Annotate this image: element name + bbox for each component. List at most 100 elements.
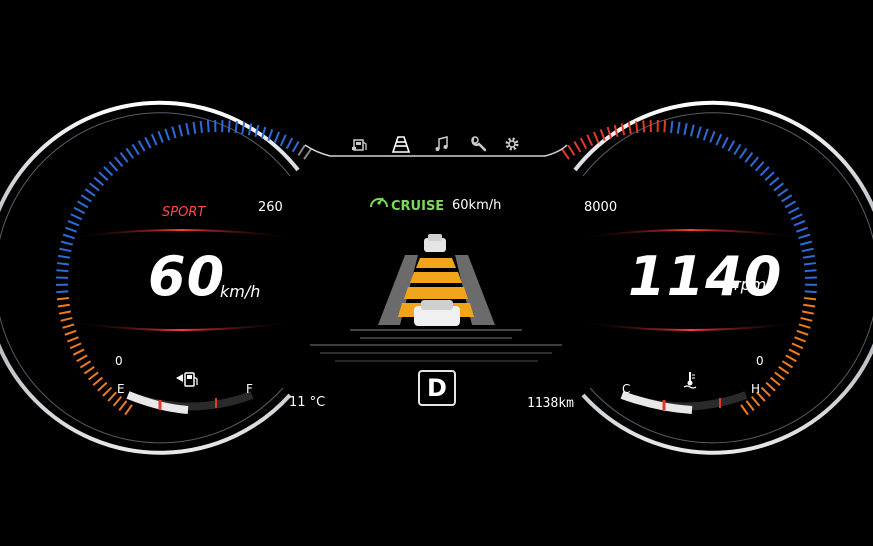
coolant-temp-icon: [683, 372, 697, 389]
gauge-tick: [750, 396, 761, 407]
gauge-tick: [59, 247, 72, 253]
gauge-tick: [801, 247, 814, 253]
gauge-tick: [754, 161, 765, 172]
music-icon[interactable]: [432, 134, 452, 154]
gauge-tick: [56, 269, 69, 273]
gauge-tick: [80, 194, 92, 203]
gauge-tick: [103, 166, 114, 177]
gauge-tick: [69, 342, 82, 350]
gauge-tick: [73, 206, 86, 215]
gauge-tick: [676, 121, 681, 134]
gauge-tick: [62, 323, 75, 329]
gauge-tick: [84, 188, 96, 197]
gauge-tick: [60, 316, 73, 322]
gauge-tick: [769, 176, 780, 187]
gauge-tick: [65, 226, 78, 233]
gauge-tick: [689, 124, 695, 137]
gauge-tick: [635, 120, 639, 134]
rpm-min-label: 0: [756, 354, 764, 368]
gauge-tick: [93, 176, 104, 187]
speed-max-label: 260: [258, 200, 283, 215]
speed-min-label: 0: [115, 354, 123, 368]
gauge-tick: [744, 152, 754, 163]
gauge-tick: [150, 133, 158, 146]
driving-assist-scene: [310, 234, 562, 362]
speed-value: 60: [148, 245, 226, 308]
gauge-tick: [709, 130, 716, 143]
gauge-tick: [804, 290, 817, 294]
fuel-empty-label: E: [117, 382, 125, 396]
gauge-tick: [790, 213, 803, 221]
fuel-gauge-bar: [126, 391, 254, 414]
gauge-tick: [273, 131, 280, 144]
gauge-tick: [297, 144, 306, 156]
gauge-tick: [642, 120, 646, 133]
gauge-tick: [586, 134, 594, 147]
gauge-tick: [131, 143, 140, 156]
gauge-tick: [781, 360, 794, 369]
gauge-tick: [773, 182, 785, 192]
gauge-tick: [88, 371, 99, 381]
gauge-tick: [64, 329, 77, 336]
gauge-tick: [803, 303, 816, 308]
wrench-icon[interactable]: [469, 134, 489, 154]
gauge-tick: [785, 354, 797, 363]
gauge-tick: [56, 290, 69, 294]
cruise-set-speed: 60km/h: [452, 198, 502, 213]
gauge-tick: [745, 400, 755, 412]
gauge-tick: [108, 161, 119, 172]
gauge-tick: [791, 342, 804, 350]
gauge-tick: [192, 121, 197, 134]
gauge-tick: [125, 147, 135, 159]
gauge-tick: [285, 137, 294, 150]
gauge-tick: [66, 336, 79, 343]
gauge-tick: [760, 386, 771, 397]
gauge-tick: [683, 122, 688, 136]
gauge-tick: [765, 381, 776, 392]
gauge-tick: [227, 120, 231, 133]
gauge-tick: [796, 329, 809, 336]
gauge-tick: [777, 188, 789, 197]
fuel-info-icon[interactable]: [350, 134, 370, 154]
gauge-tick: [185, 122, 190, 136]
gauge-tick: [800, 316, 813, 322]
gauge-tick: [784, 200, 796, 209]
gauge-tick: [794, 336, 807, 343]
gauge-tick: [234, 120, 238, 134]
fuel-full-label: F: [246, 382, 253, 396]
gauge-tick: [267, 129, 274, 142]
gauge-tick: [112, 396, 123, 407]
settings-gear-icon[interactable]: [502, 134, 522, 154]
gauge-tick: [57, 254, 71, 259]
outside-temperature: 11 °C: [289, 395, 326, 410]
gauge-tick: [178, 124, 184, 137]
gauge-tick: [137, 140, 146, 152]
gauge-tick: [118, 400, 128, 412]
gear-indicator: D: [418, 370, 456, 406]
gauge-tick: [593, 131, 600, 144]
gauge-tick: [77, 200, 89, 209]
gauge-tick: [787, 206, 800, 215]
gauge-tick: [114, 156, 124, 168]
speed-unit: km/h: [220, 282, 261, 301]
gauge-tick: [157, 130, 164, 143]
driving-assist-icon[interactable]: [391, 134, 411, 154]
gauge-tick: [795, 226, 808, 233]
gauge-tick: [97, 381, 108, 392]
fuel-pump-icon: [176, 372, 198, 387]
gauge-tick: [72, 348, 85, 356]
gauge-tick: [573, 141, 582, 153]
gauge-tick: [76, 354, 88, 363]
gauge-tick: [60, 240, 73, 246]
gauge-tick: [67, 220, 80, 227]
rpm-unit: rpm: [734, 275, 767, 294]
gauge-tick: [759, 166, 770, 177]
gauge-tick: [803, 262, 817, 266]
gauge-tick: [733, 143, 742, 156]
menu-bar: [305, 128, 567, 162]
odometer: 1138km: [527, 396, 574, 411]
gauge-tick: [567, 144, 576, 156]
temp-gauge-bar: [620, 391, 748, 414]
gauge-tick: [793, 220, 806, 227]
gauge-tick: [579, 137, 588, 150]
